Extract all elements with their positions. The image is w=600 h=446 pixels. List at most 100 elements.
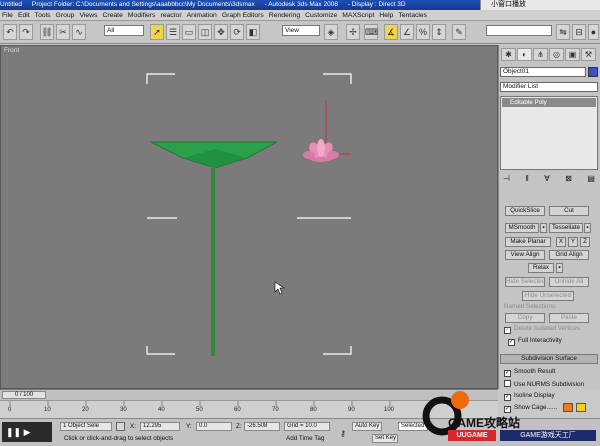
x-coordinate-field[interactable]: 12.295 [140,422,180,431]
select-rotate-icon[interactable]: ⟳ [230,24,244,40]
caption-overlay[interactable]: 小窗口播放 [480,0,600,10]
menu-graph-editors[interactable]: Graph Editors [222,12,264,19]
quickslice-button[interactable]: QuickSlice [505,206,545,216]
modify-tab-icon[interactable]: ◐ [517,48,532,61]
subdivision-surface-rollout[interactable]: Subdivision Surface [500,354,598,364]
unlink-icon[interactable]: ✂ [56,24,70,40]
maxscript-listener-icon[interactable]: ❚❚ ▶ [2,422,52,442]
object-color-swatch[interactable] [588,67,598,77]
lotus-leaf-object[interactable] [150,141,278,356]
menu-group[interactable]: Group [56,12,75,19]
display-tab-icon[interactable]: ▣ [565,48,580,61]
smooth-result-row[interactable]: ✓ Smooth Result [504,368,555,377]
menu-create[interactable]: Create [102,12,122,19]
motion-tab-icon[interactable]: ◎ [549,48,564,61]
smooth-result-checkbox[interactable]: ✓ [504,370,511,377]
menu-edit[interactable]: Edit [18,12,30,19]
menu-file[interactable]: File [2,12,13,19]
menu-customize[interactable]: Customize [305,12,337,19]
utilities-tab-icon[interactable]: ⚒ [581,48,596,61]
make-unique-icon[interactable]: ∀ [544,174,549,184]
mirror-icon[interactable]: ⇋ [556,24,570,40]
delete-isolated-row[interactable]: ✓ Delete Isolated Vertices [504,325,580,334]
reference-coord-dropdown[interactable]: View [282,25,320,36]
menu-animation[interactable]: Animation [187,12,217,19]
cut-button[interactable]: Cut [549,206,589,216]
menu-tools[interactable]: Tools [35,12,51,19]
create-tab-icon[interactable]: ✱ [501,48,516,61]
show-end-result-icon[interactable]: ‖ [525,174,528,184]
front-viewport[interactable] [0,45,498,389]
selection-count-field: 1 Object Sele [60,422,112,431]
window-crossing-icon[interactable]: ◫ [198,24,212,40]
time-slider-thumb[interactable]: 0 / 100 [2,391,46,399]
menu-tentacles[interactable]: Tentacles [398,12,427,19]
auto-key-button[interactable]: Auto Key [352,422,382,431]
select-move-icon[interactable]: ✥ [214,24,228,40]
snaps-toggle-icon[interactable]: ∡ [384,24,398,40]
bind-space-warp-icon[interactable]: ∿ [72,24,86,40]
view-align-button[interactable]: View Align [505,250,545,260]
redo-icon[interactable]: ↷ [19,24,33,40]
remove-modifier-icon[interactable]: ⊠ [565,174,572,184]
edit-named-selection-icon[interactable]: ✎ [452,24,466,40]
viewport-label[interactable]: Front [4,47,19,54]
align-icon[interactable]: ⊟ [572,24,586,40]
lock-selection-icon[interactable] [116,422,125,431]
select-by-name-icon[interactable]: ☰ [166,24,180,40]
modifier-list-dropdown[interactable]: Modifier List [500,82,598,92]
hide-selected-button[interactable]: Hide Selected [505,277,545,287]
pin-stack-icon[interactable]: ⊣ [503,174,510,184]
relax-button[interactable]: Relax [528,263,554,273]
pivot-center-icon[interactable]: ◈ [324,24,338,40]
menu-help[interactable]: Help [379,12,393,19]
hide-unselected-button[interactable]: Hide Unselected [522,291,574,301]
hierarchy-tab-icon[interactable]: ⋔ [533,48,548,61]
configure-sets-icon[interactable]: ▤ [587,174,595,184]
select-manipulate-icon[interactable]: ✢ [346,24,360,40]
keyboard-shortcut-icon[interactable]: ⌨ [364,24,378,40]
full-interactivity-row[interactable]: ✓ Full Interactivity [508,337,562,346]
menu-modifiers[interactable]: Modifiers [128,12,156,19]
menu-maxscript[interactable]: MAXScript [342,12,374,19]
make-planar-button[interactable]: Make Planar [505,237,551,247]
select-object-icon[interactable]: ➚ [150,24,164,40]
grid-align-button[interactable]: Grid Align [549,250,589,260]
set-key-button[interactable]: Set Key [372,434,398,443]
select-scale-icon[interactable]: ◧ [246,24,260,40]
named-selection-dropdown[interactable] [486,25,552,36]
z-coordinate-field[interactable]: -26.508 [244,422,280,431]
planar-z-button[interactable]: Z [580,237,590,247]
spinner-snap-icon[interactable]: ⇕ [432,24,446,40]
tessellate-settings-icon[interactable]: ▪ [584,223,591,233]
menu-views[interactable]: Views [79,12,97,19]
planar-y-button[interactable]: Y [568,237,578,247]
menu-reactor[interactable]: reactor [160,12,181,19]
relax-settings-icon[interactable]: ▪ [556,263,563,273]
tick-label: 40 [158,407,165,413]
undo-icon[interactable]: ↶ [3,24,17,40]
object-name-field[interactable]: Object01 [500,67,586,77]
msmooth-button[interactable]: MSmooth [505,223,539,233]
lotus-stem[interactable] [211,164,215,356]
key-icon[interactable]: ⚷ [340,430,349,438]
material-editor-icon[interactable]: ● [588,24,599,40]
msmooth-settings-icon[interactable]: ▪ [540,223,547,233]
paste-button[interactable]: Paste [549,313,589,323]
copy-button[interactable]: Copy [505,313,545,323]
lotus-flower-object[interactable] [303,139,339,162]
angle-snap-icon[interactable]: ∠ [400,24,414,40]
planar-x-button[interactable]: X [556,237,566,247]
tessellate-button[interactable]: Tessellate [549,223,583,233]
selection-filter-dropdown[interactable]: All [104,25,144,36]
unhide-all-button[interactable]: Unhide All [549,277,589,287]
menu-rendering[interactable]: Rendering [269,12,300,19]
rect-selection-icon[interactable]: ▭ [182,24,196,40]
delete-isolated-checkbox[interactable]: ✓ [504,327,511,334]
full-interactivity-checkbox[interactable]: ✓ [508,339,515,346]
stack-item-editable-poly[interactable]: Editable Poly [502,98,596,107]
percent-snap-icon[interactable]: % [416,24,430,40]
select-link-icon[interactable]: ⛓ [40,24,54,40]
add-time-tag[interactable]: Add Time Tag [286,435,324,442]
y-coordinate-field[interactable]: 0.0 [196,422,232,431]
